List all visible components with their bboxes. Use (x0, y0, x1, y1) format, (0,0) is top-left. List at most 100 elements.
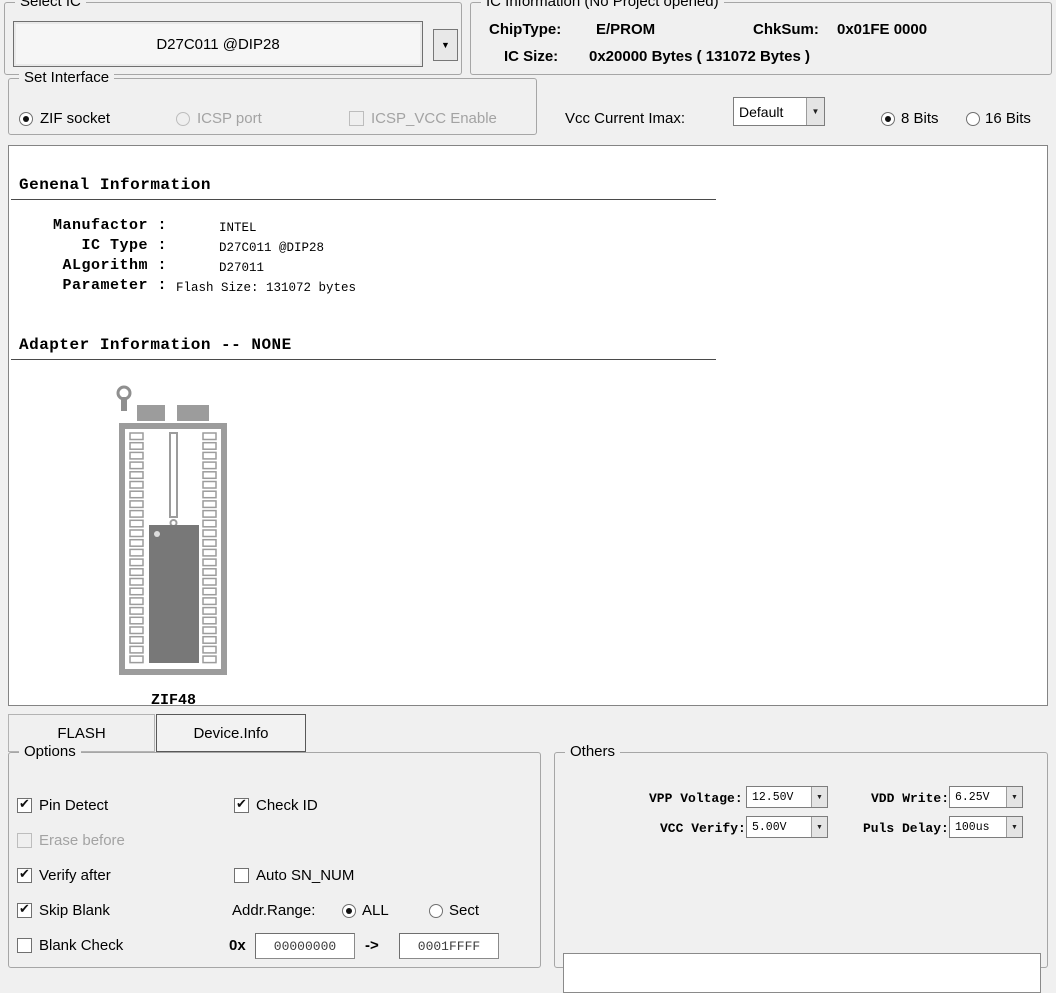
addr-range-all-label: ALL (362, 902, 389, 920)
erase-before-label: Erase before (39, 832, 125, 850)
tab-device-info[interactable]: Device.Info (156, 714, 306, 752)
adapter-info-title: Adapter Information -- NONE (19, 336, 292, 354)
options-legend: Options (19, 743, 81, 761)
dropdown-arrow-icon: ▼ (1011, 824, 1018, 831)
check-id-label: Check ID (256, 797, 318, 815)
ic-select-combo[interactable]: D27C011 @DIP28 (13, 21, 423, 67)
16-bits-label: 16 Bits (985, 110, 1031, 128)
vcc-verify-value: 5.00V (747, 817, 811, 837)
addr-range-sect-radio[interactable] (429, 904, 443, 918)
addr-range-end-input[interactable] (399, 933, 499, 959)
select-ic-group: Select IC D27C011 @DIP28 ▼ (4, 2, 462, 75)
dropdown-arrow-icon: ▼ (816, 824, 823, 831)
skip-blank-label: Skip Blank (39, 902, 110, 920)
blank-check-checkbox[interactable] (17, 938, 32, 953)
checkmark-icon: ✔ (19, 901, 30, 916)
addr-range-all-radio[interactable] (342, 904, 356, 918)
skip-blank-checkbox[interactable]: ✔ (17, 903, 32, 918)
vcc-current-combo[interactable]: Default ▼ (733, 97, 825, 126)
set-interface-group: Set Interface ZIF socket ICSP port ICSP_… (8, 78, 537, 135)
blank-check-label: Blank Check (39, 937, 123, 955)
info-row: Parameter : Flash Size: 131072 bytes (9, 277, 729, 297)
addr-range-sect-label: Sect (449, 902, 479, 920)
divider (11, 359, 716, 360)
dropdown-arrow-icon: ▼ (812, 107, 820, 116)
8-bits-radio[interactable] (881, 112, 895, 126)
info-row: IC Type : D27C011 @DIP28 (9, 237, 729, 257)
puls-delay-combo[interactable]: 100us ▼ (949, 816, 1023, 838)
vcc-combo-button[interactable]: ▼ (806, 98, 824, 125)
info-row: Manufactor : INTEL (9, 217, 729, 237)
chksum-label: ChkSum: (753, 21, 819, 39)
info-row-label: Manufactor : (19, 217, 167, 235)
select-ic-legend: Select IC (15, 0, 86, 11)
info-row-value: Flash Size: 131072 bytes (176, 279, 356, 297)
checkmark-icon: ✔ (19, 866, 30, 881)
puls-combo-button[interactable]: ▼ (1006, 817, 1022, 837)
zif-socket-graphic (111, 383, 237, 689)
auto-sn-num-checkbox[interactable] (234, 868, 249, 883)
vcc-current-label: Vcc Current Imax: (565, 110, 685, 128)
pin-detect-label: Pin Detect (39, 797, 108, 815)
vdd-write-label: VDD Write: (871, 790, 949, 808)
dropdown-arrow-icon: ▼ (816, 794, 823, 801)
verify-after-checkbox[interactable]: ✔ (17, 868, 32, 883)
erase-before-checkbox[interactable] (17, 833, 32, 848)
tab-device-info-label: Device.Info (193, 725, 268, 742)
ic-information-group: IC Information (No Project opened) ChipT… (470, 2, 1052, 75)
selected-ic-value: D27C011 @DIP28 (156, 36, 279, 53)
puls-delay-value: 100us (950, 817, 1006, 837)
addr-range-label: Addr.Range: (232, 902, 315, 920)
info-row-label: Parameter : (19, 277, 167, 295)
vcc-verify-combo[interactable]: 5.00V ▼ (746, 816, 828, 838)
chip-type-label: ChipType: (489, 21, 561, 39)
set-interface-legend: Set Interface (19, 69, 114, 87)
8-bits-label: 8 Bits (901, 110, 939, 128)
vpp-combo-button[interactable]: ▼ (811, 787, 827, 807)
chip-type-value: E/PROM (596, 21, 655, 39)
ic-size-label: IC Size: (504, 48, 558, 66)
checkmark-icon: ✔ (236, 796, 247, 811)
info-row: ALgorithm : D27011 (9, 257, 729, 277)
zif-socket-label: ZIF socket (40, 110, 110, 128)
others-legend: Others (565, 743, 620, 761)
programmer-window: { "icons": { "dropdown_arrow": "▼", "che… (0, 0, 1056, 969)
options-group: Options ✔ Pin Detect ✔ Check ID Erase be… (8, 752, 541, 968)
others-group: Others VPP Voltage: 12.50V ▼ VDD Write: … (554, 752, 1048, 968)
general-info-title: Genenal Information (19, 176, 211, 194)
16-bits-radio[interactable] (966, 112, 980, 126)
chksum-value: 0x01FE 0000 (837, 21, 927, 39)
info-row-value: D27C011 @DIP28 (219, 239, 324, 257)
icsp-port-radio[interactable] (176, 112, 190, 126)
auto-sn-num-label: Auto SN_NUM (256, 867, 354, 885)
others-log-panel (563, 953, 1041, 993)
ic-information-legend: IC Information (No Project opened) (481, 0, 724, 11)
zif-socket-caption: ZIF48 (151, 692, 196, 710)
vcc-verify-label: VCC Verify: (660, 820, 746, 838)
addr-range-start-input[interactable] (255, 933, 355, 959)
device-info-panel: Genenal Information Manufactor : INTEL I… (8, 145, 1048, 706)
dropdown-arrow-icon: ▼ (441, 40, 450, 50)
vdd-combo-button[interactable]: ▼ (1006, 787, 1022, 807)
info-row-label: IC Type : (19, 237, 167, 255)
dropdown-arrow-icon: ▼ (1011, 794, 1018, 801)
icsp-vcc-checkbox[interactable] (349, 111, 364, 126)
info-row-label: ALgorithm : (19, 257, 167, 275)
pin-detect-checkbox[interactable]: ✔ (17, 798, 32, 813)
vpp-voltage-label: VPP Voltage: (649, 790, 743, 808)
tab-flash-label: FLASH (57, 725, 105, 742)
vcc-verify-combo-button[interactable]: ▼ (811, 817, 827, 837)
vpp-voltage-combo[interactable]: 12.50V ▼ (746, 786, 828, 808)
checkmark-icon: ✔ (19, 796, 30, 811)
addr-range-arrow: -> (365, 937, 379, 955)
ic-select-dropdown-button[interactable]: ▼ (433, 29, 458, 61)
vdd-write-combo[interactable]: 6.25V ▼ (949, 786, 1023, 808)
zif-socket-radio[interactable] (19, 112, 33, 126)
puls-delay-label: Puls Delay: (863, 820, 949, 838)
check-id-checkbox[interactable]: ✔ (234, 798, 249, 813)
vdd-write-value: 6.25V (950, 787, 1006, 807)
icsp-vcc-label: ICSP_VCC Enable (371, 110, 497, 128)
divider (11, 199, 716, 200)
info-row-value: INTEL (219, 219, 257, 237)
info-row-value: D27011 (219, 259, 264, 277)
